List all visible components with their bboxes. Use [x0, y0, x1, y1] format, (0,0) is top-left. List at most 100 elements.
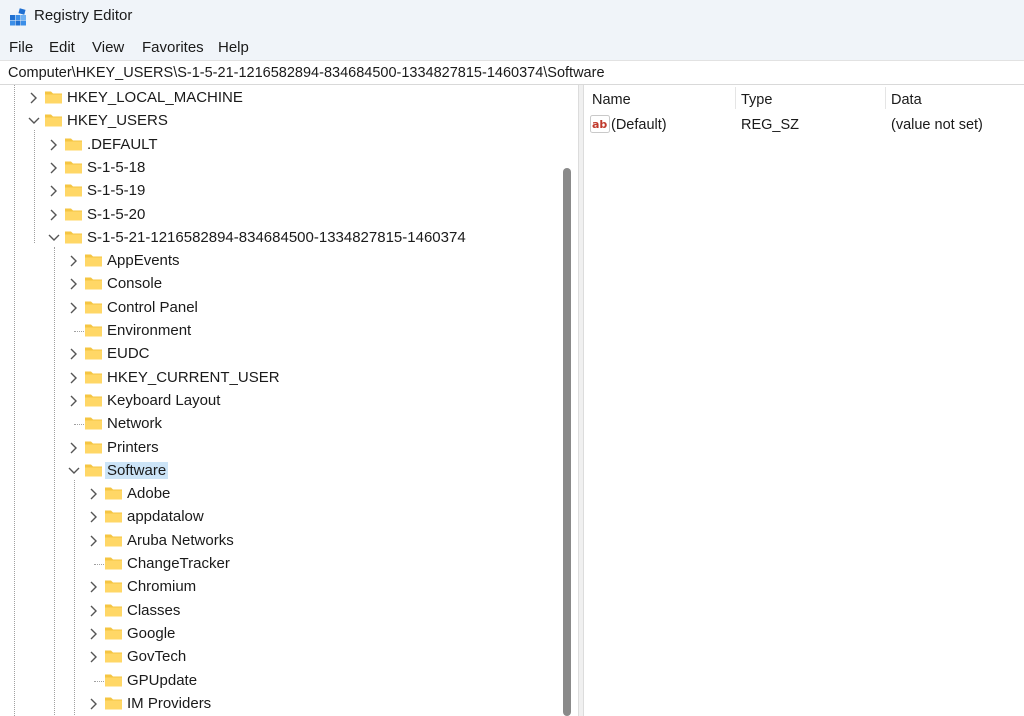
tree-node-label[interactable]: Chromium	[125, 578, 198, 595]
tree-scrollbar-thumb[interactable]	[563, 168, 571, 716]
chevron-right-icon[interactable]	[86, 508, 102, 526]
tree-node-label[interactable]: Google	[125, 625, 177, 642]
chevron-down-icon[interactable]	[66, 462, 82, 480]
tree-node[interactable]: IM Providers	[0, 693, 556, 715]
chevron-down-icon[interactable]	[46, 229, 62, 247]
folder-icon	[85, 324, 102, 337]
tree-node-label[interactable]: GPUpdate	[125, 672, 199, 689]
chevron-down-icon[interactable]	[26, 112, 42, 130]
tree-node[interactable]: Software	[0, 460, 556, 482]
chevron-right-icon[interactable]	[66, 345, 82, 363]
tree-node-label[interactable]: Network	[105, 415, 164, 432]
tree-node-label[interactable]: Classes	[125, 602, 182, 619]
tree-node-label[interactable]: Software	[105, 461, 169, 479]
chevron-right-icon[interactable]	[86, 485, 102, 503]
menu-bar: File Edit View Favorites Help	[0, 34, 1024, 60]
chevron-right-icon[interactable]	[86, 625, 102, 643]
tree-node-label[interactable]: IM Providers	[125, 695, 213, 712]
tree-node-label[interactable]: Console	[105, 275, 164, 292]
tree-node[interactable]: Network	[0, 413, 556, 435]
tree-node[interactable]: HKEY_LOCAL_MACHINE	[0, 87, 556, 109]
column-separator[interactable]	[735, 87, 736, 109]
tree-node-label[interactable]: appdatalow	[125, 508, 206, 525]
tree-node-label[interactable]: Adobe	[125, 485, 172, 502]
menu-view[interactable]: View	[92, 39, 124, 56]
chevron-right-icon[interactable]	[86, 648, 102, 666]
chevron-right-icon[interactable]	[86, 578, 102, 596]
tree-node[interactable]: GPUpdate	[0, 670, 556, 692]
folder-icon	[105, 674, 122, 686]
tree-node[interactable]: GovTech	[0, 646, 556, 668]
string-value-icon: ab	[590, 115, 610, 133]
tree-node[interactable]: S-1-5-19	[0, 180, 556, 202]
tree-guide-line	[94, 564, 104, 565]
tree-node-label[interactable]: HKEY_CURRENT_USER	[105, 369, 282, 386]
tree-node[interactable]: Google	[0, 623, 556, 645]
tree-node[interactable]: Control Panel	[0, 297, 556, 319]
tree-node[interactable]: Aruba Networks	[0, 530, 556, 552]
tree-node[interactable]: Classes	[0, 600, 556, 622]
tree-node[interactable]: Printers	[0, 437, 556, 459]
tree-node[interactable]: .DEFAULT	[0, 134, 556, 156]
tree-node-label[interactable]: ChangeTracker	[125, 555, 232, 572]
chevron-right-icon[interactable]	[26, 89, 42, 107]
chevron-right-icon[interactable]	[86, 532, 102, 550]
tree-node[interactable]: ChangeTracker	[0, 553, 556, 575]
column-header-name[interactable]: Name	[592, 92, 631, 108]
chevron-right-icon[interactable]	[66, 439, 82, 457]
tree-node[interactable]: appdatalow	[0, 506, 556, 528]
tree-node[interactable]: EUDC	[0, 343, 556, 365]
values-list-pane[interactable]: Name Type Data ab (Default) REG_SZ (valu…	[584, 85, 1024, 716]
chevron-right-icon[interactable]	[66, 369, 82, 387]
tree-node-label[interactable]: Control Panel	[105, 299, 200, 316]
chevron-right-icon[interactable]	[86, 695, 102, 713]
menu-favorites[interactable]: Favorites	[142, 39, 204, 56]
tree-node-label[interactable]: S-1-5-19	[85, 182, 147, 199]
tree-node[interactable]: Chromium	[0, 576, 556, 598]
tree-node-label[interactable]: S-1-5-18	[85, 159, 147, 176]
tree-node-label[interactable]: Keyboard Layout	[105, 392, 222, 409]
tree-node-label[interactable]: S-1-5-21-1216582894-834684500-1334827815…	[85, 229, 468, 246]
chevron-right-icon[interactable]	[86, 602, 102, 620]
menu-file[interactable]: File	[9, 39, 33, 56]
folder-icon	[105, 580, 122, 593]
tree-node-label[interactable]: GovTech	[125, 648, 188, 665]
tree-node[interactable]: S-1-5-18	[0, 157, 556, 179]
chevron-right-icon[interactable]	[46, 182, 62, 200]
address-path[interactable]: Computer\HKEY_USERS\S-1-5-21-1216582894-…	[8, 65, 605, 81]
tree-node[interactable]: Console	[0, 273, 556, 295]
folder-icon	[85, 441, 102, 453]
tree-node[interactable]: S-1-5-21-1216582894-834684500-1334827815…	[0, 227, 556, 249]
tree-node[interactable]: S-1-5-20	[0, 204, 556, 226]
key-tree-pane[interactable]: HKEY_LOCAL_MACHINE HKEY_USERS .DEFAULT S-1-…	[0, 85, 578, 716]
column-separator[interactable]	[885, 87, 886, 109]
menu-edit[interactable]: Edit	[49, 39, 75, 56]
chevron-right-icon[interactable]	[66, 299, 82, 317]
tree-node[interactable]: Adobe	[0, 483, 556, 505]
chevron-right-icon[interactable]	[66, 252, 82, 270]
column-header-data[interactable]: Data	[891, 92, 922, 108]
tree-node[interactable]: HKEY_USERS	[0, 110, 556, 132]
registry-editor-icon	[10, 8, 26, 26]
tree-node[interactable]: AppEvents	[0, 250, 556, 272]
tree-node-label[interactable]: .DEFAULT	[85, 136, 160, 153]
column-header-type[interactable]: Type	[741, 92, 772, 108]
address-bar[interactable]: Computer\HKEY_USERS\S-1-5-21-1216582894-…	[0, 60, 1024, 85]
chevron-right-icon[interactable]	[46, 206, 62, 224]
menu-help[interactable]: Help	[218, 39, 249, 56]
tree-node[interactable]: Environment	[0, 320, 556, 342]
tree-node-label[interactable]: Environment	[105, 322, 193, 339]
tree-node-label[interactable]: Aruba Networks	[125, 532, 236, 549]
chevron-right-icon[interactable]	[66, 275, 82, 293]
tree-node-label[interactable]: AppEvents	[105, 252, 182, 269]
tree-node-label[interactable]: S-1-5-20	[85, 206, 147, 223]
tree-node[interactable]: Keyboard Layout	[0, 390, 556, 412]
chevron-right-icon[interactable]	[46, 159, 62, 177]
chevron-right-icon[interactable]	[46, 136, 62, 154]
tree-node[interactable]: HKEY_CURRENT_USER	[0, 367, 556, 389]
chevron-right-icon[interactable]	[66, 392, 82, 410]
tree-node-label[interactable]: HKEY_USERS	[65, 112, 170, 129]
tree-node-label[interactable]: EUDC	[105, 345, 152, 362]
tree-node-label[interactable]: Printers	[105, 439, 161, 456]
tree-node-label[interactable]: HKEY_LOCAL_MACHINE	[65, 89, 245, 106]
